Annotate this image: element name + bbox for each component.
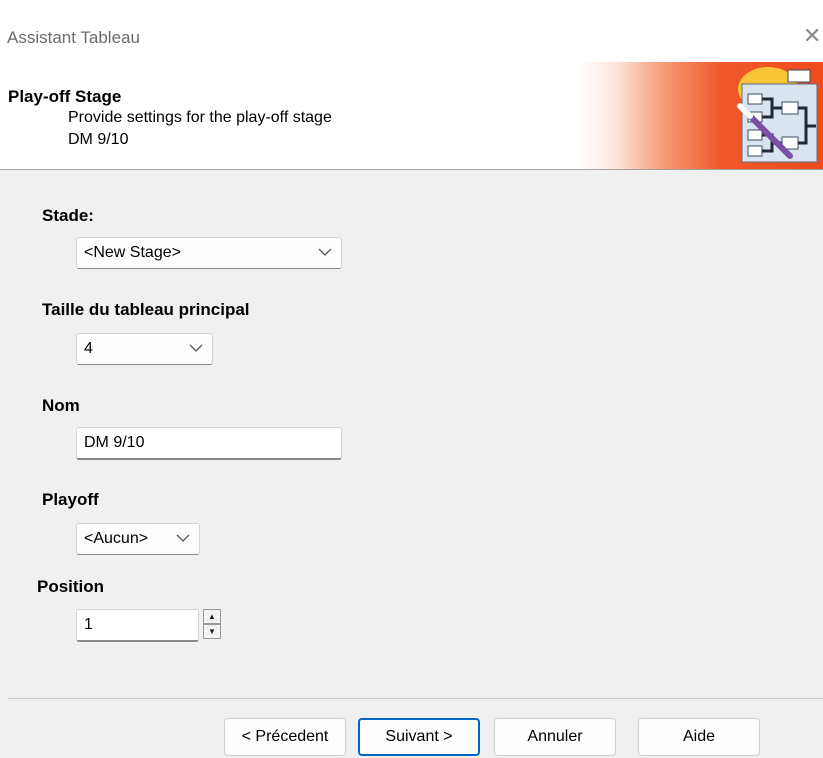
stage-dropdown-value: <New Stage> bbox=[84, 244, 181, 261]
header-divider bbox=[0, 169, 823, 170]
spin-down-button[interactable]: ▼ bbox=[203, 624, 221, 639]
title-bar: Assistant Tableau ✕ bbox=[0, 0, 823, 70]
close-icon[interactable]: ✕ bbox=[803, 22, 823, 50]
name-label: Nom bbox=[42, 396, 80, 415]
previous-button[interactable]: < Précedent bbox=[224, 718, 346, 756]
draw-size-dropdown-value: 4 bbox=[84, 340, 93, 357]
position-input[interactable]: 1 bbox=[76, 609, 199, 642]
stage-label: Stade: bbox=[42, 206, 94, 225]
window-title: Assistant Tableau bbox=[7, 28, 140, 47]
wizard-header: Play-off Stage Provide settings for the … bbox=[0, 62, 823, 169]
footer-divider bbox=[8, 698, 823, 699]
name-input[interactable]: DM 9/10 bbox=[76, 427, 342, 460]
playoff-label: Playoff bbox=[42, 490, 99, 509]
chevron-down-icon bbox=[318, 248, 332, 256]
playoff-dropdown-value: <Aucun> bbox=[84, 530, 149, 547]
spin-up-button[interactable]: ▲ bbox=[203, 609, 221, 624]
header-subtitle: Provide settings for the play-off stage bbox=[68, 109, 332, 126]
position-label: Position bbox=[37, 577, 105, 596]
draw-size-label: Taille du tableau principal bbox=[42, 300, 250, 319]
position-input-value: 1 bbox=[84, 616, 93, 633]
cancel-button[interactable]: Annuler bbox=[494, 718, 616, 756]
name-input-value: DM 9/10 bbox=[84, 434, 145, 451]
header-title: Play-off Stage bbox=[8, 87, 122, 106]
chevron-down-icon bbox=[176, 534, 190, 542]
help-button[interactable]: Aide bbox=[638, 718, 760, 756]
chevron-down-icon bbox=[189, 344, 203, 352]
draw-size-dropdown[interactable]: 4 bbox=[76, 333, 213, 365]
header-detail: DM 9/10 bbox=[68, 131, 129, 148]
playoff-dropdown[interactable]: <Aucun> bbox=[76, 523, 200, 555]
bracket-wand-icon bbox=[737, 67, 818, 163]
next-button[interactable]: Suivant > bbox=[358, 718, 480, 756]
stage-dropdown[interactable]: <New Stage> bbox=[76, 237, 342, 269]
